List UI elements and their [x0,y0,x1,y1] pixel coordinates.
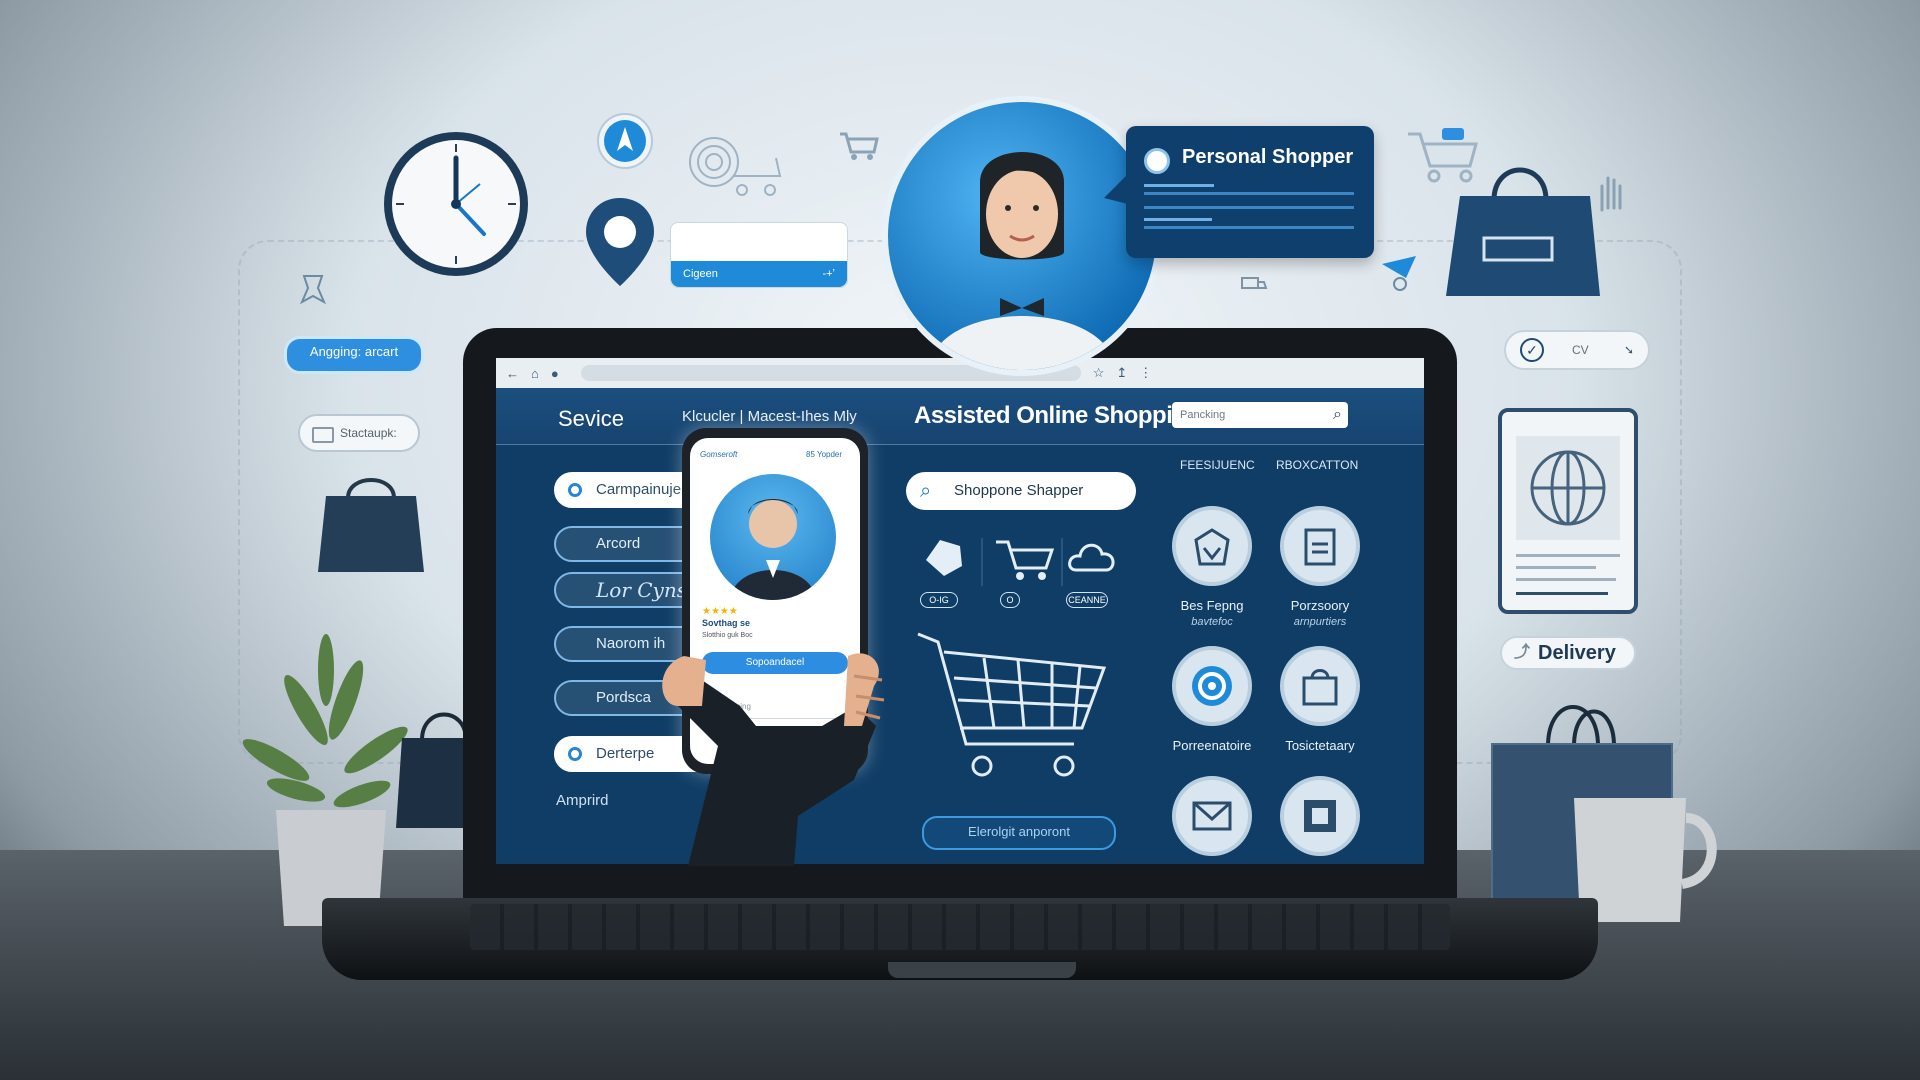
search-icon[interactable]: ⌕ [1333,402,1342,428]
personal-shopper-avatar[interactable] [882,96,1162,376]
confirm-label: Cigeen [683,268,718,280]
shopper-search-label: Shoppone Shapper [954,482,1084,499]
site-header: Sevice Klcucler | Macest-Ihes Mly Assist… [496,388,1424,445]
browser-toolbar: ← ⌂ ● ☆ ↥ ⋮ [496,358,1424,388]
reload-icon[interactable]: ● [551,366,559,381]
hand-icon [662,653,885,866]
search-icon: ⌕ [920,480,932,502]
keyboard [470,904,1450,950]
service-sub: arnpurtiers [1293,616,1347,628]
shopping-bag-right-icon [1446,167,1600,296]
download-icon[interactable]: ↥ [1116,365,1127,381]
nav-links[interactable]: Klcucler | Macest-Ihes Mly [682,408,857,425]
search-input[interactable]: Pancking ⌕ [1172,402,1348,428]
gift-box-icon[interactable] [1172,506,1252,586]
search-placeholder: Pancking [1180,409,1226,421]
arrow-icon: ➘ [1623,343,1634,357]
personal-shopper-bubble: Personal Shopper [1104,126,1374,258]
ribbon-sketch-icon [299,275,327,305]
clock-icon [384,132,528,276]
leaf-icon: ⤴ [1514,644,1531,661]
compass-badge-icon[interactable] [596,112,654,170]
delivery-drone-icon [1382,256,1416,291]
nav-service[interactable]: Sevice [558,406,624,432]
service-label: Porzsoory [1290,598,1350,613]
speech-bubble: Stactaupk: [298,414,420,452]
tab-second[interactable]: RBOXCATTON [1276,458,1358,472]
mini-label-3[interactable]: CEANNE [1066,592,1108,608]
confirm-suffix: -+ʼ [822,268,835,280]
confirm-bar[interactable]: Cigeen -+ʼ [671,261,847,287]
menu-item-label: Carmpainuje [596,481,682,498]
clipboard-icon[interactable] [1280,506,1360,586]
small-cart-icon [840,132,879,160]
mini-label-1[interactable]: O-IG [920,592,958,608]
menu-item-label: Derterpe [596,745,655,762]
trackpad-notch [888,962,1076,978]
target-cart-sketch-icon [689,137,782,196]
phone-brand: Gomseroft [700,450,738,459]
service-label: Tosictetaary [1285,738,1355,753]
page-title: Assisted Online Shopping [914,402,1201,429]
location-pin-icon [586,198,654,286]
spiral-icon[interactable] [1172,646,1252,726]
cart-icon [996,540,1055,570]
bubble-tail [1104,174,1128,204]
bubble-title: Personal Shopper [1182,146,1354,168]
message-icon [312,427,334,443]
tab-first[interactable]: FEESIJUENC [1180,458,1255,472]
menu-item-label: Pordsca [596,689,652,706]
support-button[interactable]: Elerolgit anporont [922,816,1116,850]
cloud-icon [1068,543,1115,572]
laptop-screen: ← ⌂ ● ☆ ↥ ⋮ Sevice Klcucler | Macest-Ihe… [496,358,1424,864]
shopping-cart-icon [917,632,1107,777]
puzzle-icon[interactable] [1280,776,1360,856]
bookmark-icon[interactable]: ☆ [1093,365,1105,381]
cv-text: CV [1572,343,1589,357]
shopper-badge-icon [1144,148,1170,174]
radio-icon [568,483,582,497]
delivery-pill[interactable]: ⤴ Delivery [1500,636,1636,670]
envelope-icon[interactable] [1172,776,1252,856]
menu-item-label: Arcord [596,535,641,552]
truck-sketch-icon [1241,277,1268,289]
confirm-card: Cigeen -+ʼ [670,222,848,288]
hand-gesture-icon [1600,176,1622,212]
phone-top-right: 85 Yopder [806,450,843,459]
shopper-search[interactable]: ⌕ Shoppone Shapper [906,472,1136,510]
shopping-tag-pill[interactable]: Angging: arcart [284,336,424,374]
radio-icon [568,747,582,761]
badge-icon [926,540,962,576]
mini-label-2[interactable]: O [1000,592,1020,608]
globe-icon [1516,436,1620,540]
check-circle-icon: ✓ [1520,338,1544,362]
menu-icon[interactable]: ⋮ [1139,365,1152,381]
home-icon[interactable]: ⌂ [531,366,539,381]
woman-avatar-icon [928,152,1116,370]
center-icon-row [926,538,1115,586]
back-icon[interactable]: ← [506,366,519,381]
speech-text: Stactaupk: [340,426,397,440]
cv-pill[interactable]: ✓ CV ➘ [1504,330,1650,370]
menu-footer: Amprird [556,792,609,809]
shopping-bag-icon[interactable] [1280,646,1360,726]
tablet-card [1498,408,1638,614]
delivery-label: Delivery [1538,642,1616,664]
shopping-bag-left-icon [318,478,424,572]
